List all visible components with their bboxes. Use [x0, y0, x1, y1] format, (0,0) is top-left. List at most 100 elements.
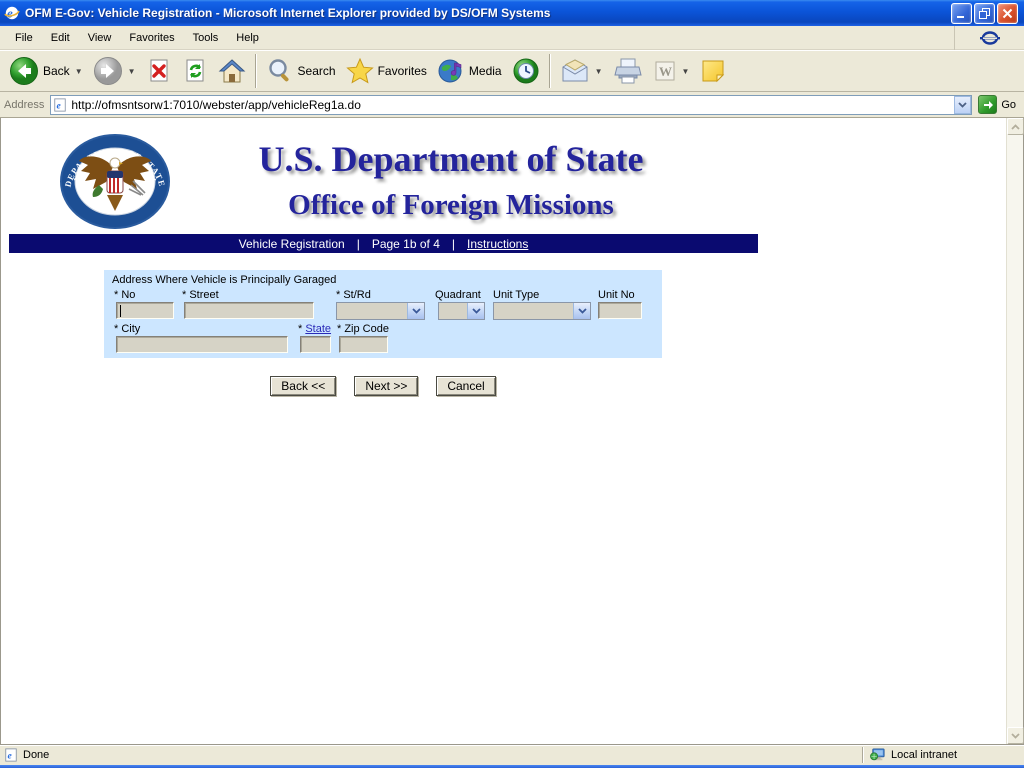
ie-logo-icon: e [4, 6, 20, 21]
form-legend: Address Where Vehicle is Principally Gar… [112, 274, 337, 286]
menu-tools[interactable]: Tools [184, 28, 228, 48]
chevron-down-icon[interactable] [407, 303, 424, 319]
toolbar-separator [254, 54, 257, 88]
home-icon [218, 59, 245, 83]
brand-orbit-icon [979, 30, 1000, 45]
back-page-button[interactable]: Back << [270, 376, 337, 396]
st-rd-select[interactable] [336, 302, 425, 320]
scroll-down-button[interactable] [1007, 727, 1024, 744]
chevron-down-icon [1011, 732, 1020, 739]
back-icon [10, 57, 38, 85]
minimize-button[interactable] [951, 2, 972, 24]
menu-help[interactable]: Help [227, 28, 268, 48]
close-button[interactable] [997, 2, 1018, 24]
form-button-row: Back << Next >> Cancel [104, 376, 662, 396]
local-intranet-icon [870, 748, 885, 761]
back-button[interactable]: Back ▼ [4, 52, 88, 90]
favorites-icon [345, 57, 374, 84]
search-button[interactable]: Search [261, 52, 341, 90]
state-label: * State [298, 323, 331, 335]
security-zone-pane: Local intranet [870, 748, 1020, 762]
page-header: U.S. Department of State Office of Forei… [181, 138, 721, 222]
chevron-down-icon[interactable] [467, 303, 484, 319]
minimize-icon [957, 15, 964, 18]
unit-type-label: Unit Type [493, 289, 540, 301]
browser-viewport: DEPARTMENT OF STATE UNITED STATES OF AME… [0, 118, 1024, 744]
media-icon [438, 59, 462, 83]
history-button[interactable] [507, 52, 545, 90]
address-dropdown-button[interactable] [954, 95, 972, 114]
chevron-down-icon[interactable] [573, 303, 590, 319]
refresh-icon [186, 59, 204, 82]
print-button[interactable] [608, 52, 648, 90]
refresh-button[interactable] [177, 52, 213, 90]
restore-button[interactable] [974, 2, 995, 24]
address-input[interactable]: e http://ofmsntsorw1:7010/webster/app/ve… [50, 94, 973, 115]
window-controls [951, 2, 1018, 24]
instructions-link[interactable]: Instructions [467, 237, 528, 251]
favorites-button[interactable]: Favorites [341, 52, 432, 90]
unit-type-select[interactable] [493, 302, 591, 320]
favorites-button-label: Favorites [377, 64, 427, 78]
address-url: http://ofmsntsorw1:7010/webster/app/vehi… [71, 97, 361, 112]
stop-button[interactable] [141, 52, 177, 90]
chevron-up-icon [1011, 123, 1020, 130]
page-ie-icon: e [54, 97, 67, 112]
dos-seal-image: DEPARTMENT OF STATE UNITED STATES OF AME… [59, 133, 170, 229]
next-page-button[interactable]: Next >> [354, 376, 419, 396]
page-ie-icon: e [5, 748, 17, 762]
go-button-label: Go [1001, 98, 1016, 111]
mail-dropdown-icon[interactable]: ▼ [595, 67, 603, 76]
statusbar-separator [862, 747, 864, 763]
media-button[interactable]: Media [432, 52, 507, 90]
text-caret [120, 305, 121, 317]
go-arrow-icon [978, 95, 998, 114]
brand-area [954, 25, 1024, 50]
window-title: OFM E-Gov: Vehicle Registration - Micros… [25, 6, 551, 20]
page-nav-bar: Vehicle Registration | Page 1b of 4 | In… [9, 234, 758, 253]
no-input[interactable] [116, 302, 174, 319]
toolbar-separator [548, 54, 551, 88]
menu-edit[interactable]: Edit [42, 28, 79, 48]
page-title: U.S. Department of State [258, 139, 644, 179]
svg-text:e: e [7, 6, 13, 21]
svg-text:e: e [57, 100, 62, 111]
unit-no-input[interactable] [598, 302, 642, 319]
menu-file[interactable]: File [6, 28, 42, 48]
state-input[interactable] [300, 336, 331, 353]
street-input[interactable] [184, 302, 314, 319]
scroll-up-button[interactable] [1007, 118, 1024, 135]
city-input[interactable] [116, 336, 288, 353]
status-text: Done [23, 749, 50, 761]
menu-bar: File Edit View Favorites Tools Help [0, 25, 1024, 50]
mail-button[interactable]: ▼ [555, 52, 608, 90]
search-icon [268, 59, 289, 82]
go-button[interactable]: Go [978, 95, 1020, 114]
street-label: * Street [182, 289, 219, 301]
cancel-button[interactable]: Cancel [436, 376, 496, 396]
menu-favorites[interactable]: Favorites [120, 28, 183, 48]
word-icon: W [655, 61, 675, 81]
state-link[interactable]: State [305, 323, 331, 335]
status-message-pane: e Done [4, 748, 856, 762]
back-button-label: Back [43, 64, 70, 78]
zip-label: * Zip Code [337, 323, 389, 335]
back-dropdown-icon[interactable]: ▼ [75, 67, 83, 76]
forward-button[interactable]: ▼ [88, 52, 141, 90]
vertical-scrollbar[interactable] [1006, 118, 1024, 744]
edit-with-word-button[interactable]: W ▼ [648, 52, 695, 90]
forward-dropdown-icon[interactable]: ▼ [128, 67, 136, 76]
quadrant-select[interactable] [438, 302, 485, 320]
nav-page-indicator: Page 1b of 4 [371, 236, 440, 251]
st-rd-label: * St/Rd [336, 289, 371, 301]
zip-input[interactable] [339, 336, 388, 353]
city-label: * City [114, 323, 141, 335]
edit-dropdown-icon[interactable]: ▼ [682, 67, 690, 76]
home-button[interactable] [213, 52, 251, 90]
close-icon [1002, 8, 1013, 18]
address-label: Address [4, 98, 45, 111]
title-bar[interactable]: e OFM E-Gov: Vehicle Registration - Micr… [0, 0, 1024, 26]
menu-view[interactable]: View [79, 28, 121, 48]
svg-text:e: e [8, 751, 13, 762]
discuss-button[interactable] [694, 52, 732, 90]
